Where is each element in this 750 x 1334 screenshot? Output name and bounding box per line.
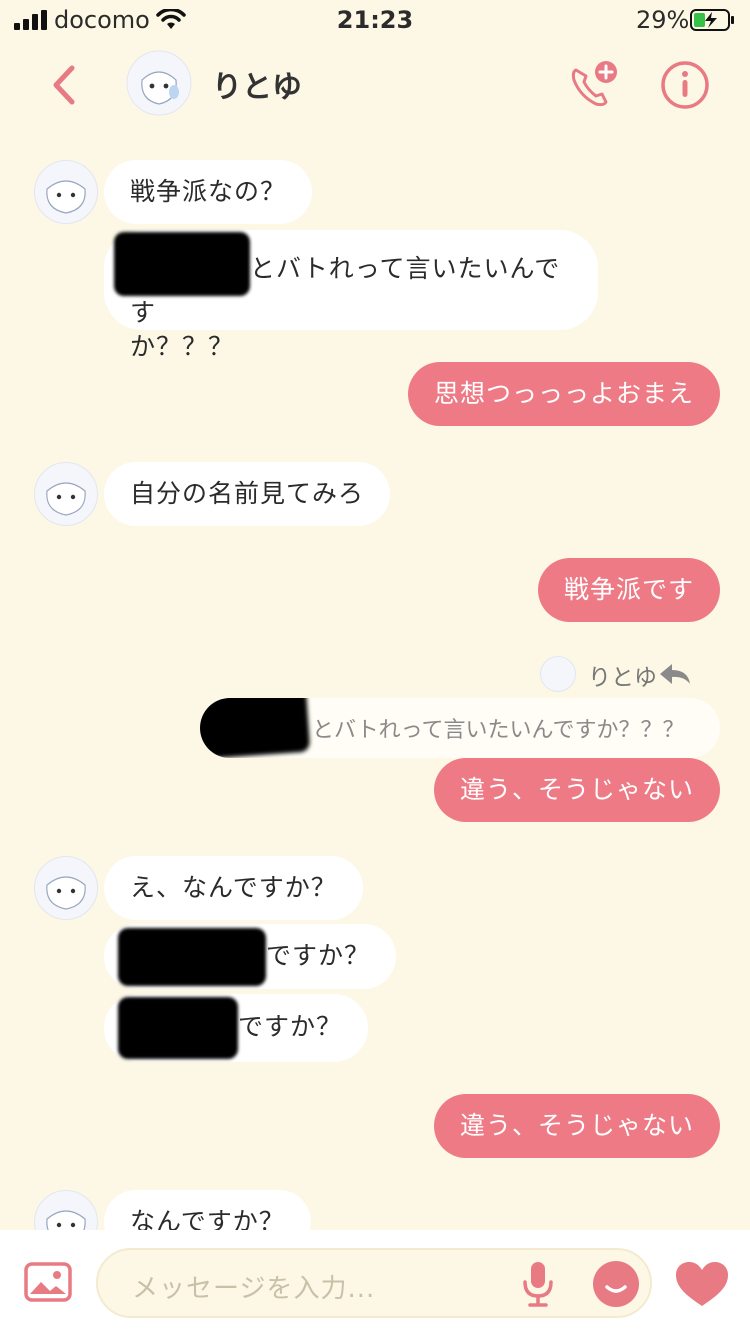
sender-avatar[interactable] xyxy=(34,160,98,224)
emoji-sticker-icon[interactable] xyxy=(592,1260,640,1308)
add-call-icon[interactable] xyxy=(566,60,622,112)
message-input[interactable]: メッセージを入力... xyxy=(96,1248,652,1318)
message-bubble-incoming[interactable]: ですか？ xyxy=(104,994,369,1062)
sender-avatar[interactable] xyxy=(34,856,98,920)
message-text: 戦争派なの？ xyxy=(130,177,287,206)
redacted-text xyxy=(114,232,250,296)
battery-icon xyxy=(690,9,734,31)
status-bar: docomo 21:23 29% xyxy=(0,0,750,40)
input-placeholder: メッセージを入力... xyxy=(132,1274,376,1304)
battery-percent: 29% xyxy=(636,6,690,34)
message-text: ですか？ xyxy=(266,941,371,970)
quoted-message[interactable]: とバトれって言いたいんですか？？？ xyxy=(200,698,720,758)
reply-avatar xyxy=(540,656,576,692)
message-text: 違う、そうじゃない xyxy=(460,1111,695,1140)
microphone-icon[interactable] xyxy=(520,1260,556,1308)
message-bubble-outgoing[interactable]: 思想つっっっよおまえ xyxy=(408,362,721,426)
message-text: ですか？ xyxy=(238,1012,343,1041)
redacted-text xyxy=(118,997,238,1059)
message-bubble-incoming[interactable]: 戦争派なの？ xyxy=(104,160,313,224)
message-composer: メッセージを入力... xyxy=(0,1230,750,1334)
message-bubble-incoming[interactable]: ですか？ xyxy=(104,924,397,989)
message-bubble-incoming[interactable]: え、なんですか？ xyxy=(104,856,363,920)
message-text: 違う、そうじゃない xyxy=(460,775,695,804)
image-attach-icon[interactable] xyxy=(24,1262,72,1302)
message-text: 思想つっっっよおまえ xyxy=(434,379,695,408)
message-text: 戦争派です xyxy=(564,575,695,604)
redacted-text xyxy=(118,928,266,986)
message-bubble-outgoing[interactable]: 違う、そうじゃない xyxy=(434,758,721,822)
message-text: か？？？ xyxy=(130,332,235,361)
reply-arrow-icon xyxy=(660,664,690,684)
message-bubble-outgoing[interactable]: 戦争派です xyxy=(538,558,721,622)
message-bubble-incoming[interactable]: 自分の名前見てみろ xyxy=(104,462,391,526)
contact-avatar[interactable] xyxy=(126,50,192,116)
message-bubble-incoming[interactable]: とバトれって言いたいんです か？？？ xyxy=(104,230,598,361)
message-text: 自分の名前見てみろ xyxy=(130,479,365,508)
message-bubble-outgoing[interactable]: 違う、そうじゃない xyxy=(434,1094,721,1158)
message-text: え、なんですか？ xyxy=(130,873,337,902)
back-chevron-icon[interactable] xyxy=(48,64,78,106)
contact-name[interactable]: りとゆ xyxy=(212,62,302,106)
sender-avatar[interactable] xyxy=(34,462,98,526)
info-icon[interactable] xyxy=(660,60,710,110)
heart-icon[interactable] xyxy=(674,1260,730,1308)
chat-header: りとゆ xyxy=(0,40,750,130)
redacted-text xyxy=(200,698,311,758)
quoted-text: とバトれって言いたいんですか？？？ xyxy=(312,718,685,743)
reply-to-name: りとゆ xyxy=(588,665,657,691)
